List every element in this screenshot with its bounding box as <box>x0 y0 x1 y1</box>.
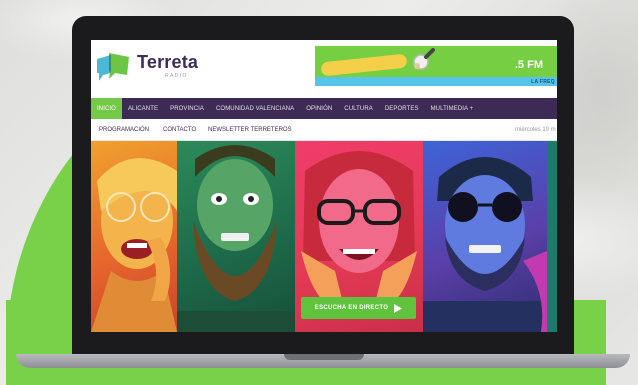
microphone-icon <box>413 48 435 70</box>
laptop-screen: Terreta RADIO .5 FM LA FREQ INICIO ALICA… <box>91 40 557 332</box>
play-icon <box>394 303 403 313</box>
site-header: Terreta RADIO .5 FM LA FREQ <box>91 40 557 98</box>
hero-panel-bearded-man <box>177 141 295 332</box>
ad-banner[interactable]: .5 FM LA FREQ <box>315 46 557 86</box>
laptop-notch <box>284 354 364 360</box>
listen-live-button[interactable]: ESCUCHA EN DIRECTO <box>301 297 416 319</box>
logo-subtitle: RADIO <box>165 73 188 79</box>
listen-live-label: ESCUCHA EN DIRECTO <box>314 305 389 311</box>
banner-tagline: LA FREQ <box>531 79 555 85</box>
nav-item-deportes[interactable]: DEPORTES <box>379 98 425 119</box>
subnav-item-newsletter[interactable]: NEWSLETTER TERRETEROS <box>208 127 292 133</box>
hero-panel-edge <box>547 141 557 332</box>
subnav-item-programacion[interactable]: PROGRAMACIÓN <box>99 127 149 133</box>
banner-frequency: .5 FM <box>514 59 543 71</box>
nav-item-comunidad-valenciana[interactable]: COMUNIDAD VALENCIANA <box>210 98 300 119</box>
current-date: miércoles 10 m <box>515 127 556 133</box>
banner-hand-shape <box>320 53 408 77</box>
logo-icon[interactable] <box>95 51 131 83</box>
main-nav: INICIO ALICANTE PROVINCIA COMUNIDAD VALE… <box>91 98 557 119</box>
woman-glasses-illustration <box>91 158 177 332</box>
nav-item-inicio[interactable]: INICIO <box>91 98 122 119</box>
nav-item-cultura[interactable]: CULTURA <box>338 98 379 119</box>
nav-item-provincia[interactable]: PROVINCIA <box>164 98 210 119</box>
nav-item-multimedia[interactable]: MULTIMEDIA + <box>425 98 480 119</box>
banner-strip <box>315 77 557 86</box>
subnav-item-contacto[interactable]: CONTACTO <box>163 127 196 133</box>
hero-image: ESCUCHA EN DIRECTO <box>91 141 557 332</box>
nav-item-alicante[interactable]: ALICANTE <box>122 98 164 119</box>
secondary-nav: PROGRAMACIÓN CONTACTO NEWSLETTER TERRETE… <box>91 119 557 141</box>
man-sunglasses-illustration <box>423 157 547 332</box>
nav-item-opinion[interactable]: OPINIÓN <box>300 98 338 119</box>
hero-panel-man-sunglasses <box>423 141 547 332</box>
logo-text[interactable]: Terreta <box>137 52 198 73</box>
bearded-man-illustration <box>177 145 295 332</box>
hero-panel-woman-yellow <box>91 141 177 332</box>
